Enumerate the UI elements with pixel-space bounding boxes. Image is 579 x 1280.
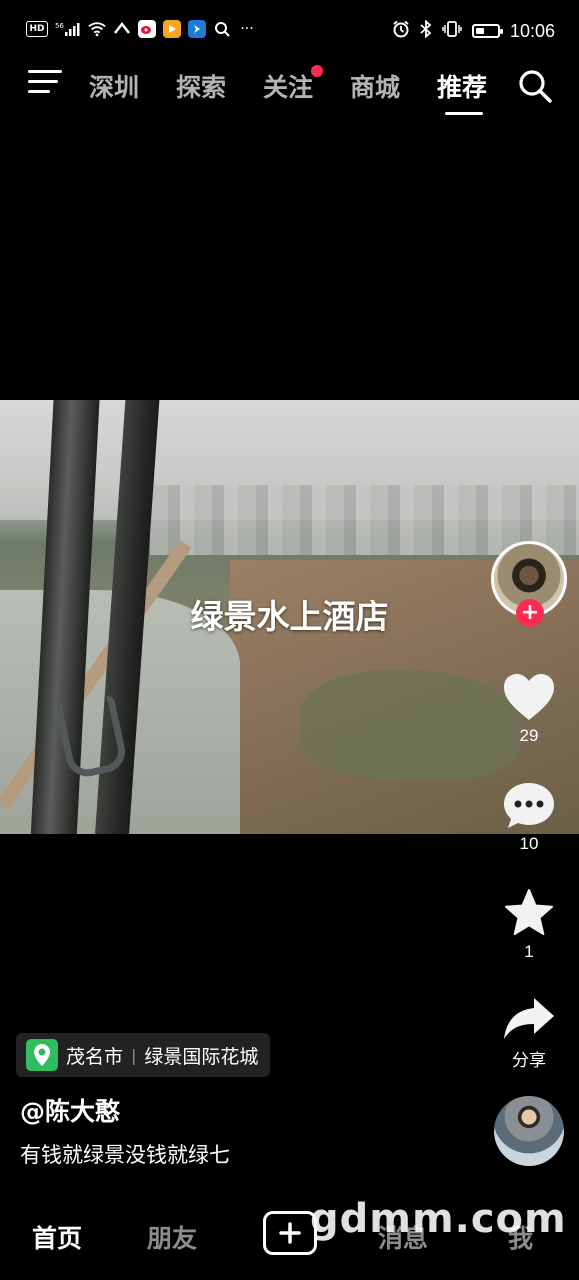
hd-icon: HD — [26, 21, 48, 37]
top-nav: 深圳 探索 关注 商城 推荐 — [0, 62, 579, 115]
battery-icon — [471, 24, 503, 38]
like-button[interactable]: 29 — [497, 672, 561, 746]
tab-label: 探索 — [176, 73, 227, 102]
location-separator: | — [131, 1045, 137, 1065]
signal-icon: 56 — [55, 20, 81, 38]
video-caption: 有钱就绿景没钱就绿七 — [20, 1143, 230, 1167]
music-disc-avatar[interactable] — [494, 1096, 564, 1166]
tab-label: 深圳 — [89, 73, 140, 102]
tab-label: 推荐 — [437, 73, 488, 102]
menu-icon[interactable] — [28, 70, 62, 98]
video-grass — [300, 670, 520, 780]
heart-icon — [504, 674, 554, 720]
tab-label: 商城 — [350, 73, 401, 102]
create-button[interactable] — [263, 1211, 317, 1255]
location-name: 绿景国际花城 — [144, 1045, 259, 1068]
status-right-icons: 10:06 — [392, 19, 555, 42]
weibo-icon — [138, 20, 156, 38]
vibration-mode-icon — [442, 20, 462, 42]
comment-button[interactable]: 10 — [497, 780, 561, 854]
svg-text:56: 56 — [55, 22, 64, 30]
battery-level — [475, 28, 484, 34]
status-time: 10:06 — [509, 20, 555, 41]
tab-home[interactable]: 首页 — [32, 1219, 82, 1255]
tab-following[interactable]: 关注 — [263, 65, 324, 104]
wifi-icon — [88, 20, 106, 38]
favorite-button[interactable]: 1 — [497, 888, 561, 962]
share-button[interactable]: 分享 — [497, 996, 561, 1071]
star-icon — [505, 889, 553, 935]
plus-icon — [279, 1222, 301, 1244]
comment-icon — [504, 783, 554, 828]
favorite-count: 1 — [524, 942, 534, 961]
alarm-icon — [392, 20, 410, 42]
notification-dot — [311, 65, 324, 77]
search-icon[interactable] — [517, 68, 553, 104]
status-bar: HD 56 ··· 10:06 — [0, 0, 579, 62]
app-icon — [188, 20, 206, 38]
vibrate-icon — [113, 20, 131, 38]
video-overlay-title: 绿景水上酒店 — [190, 597, 389, 636]
tab-friends[interactable]: 朋友 — [147, 1219, 197, 1255]
location-tag[interactable]: 茂名市 | 绿景国际花城 — [16, 1033, 271, 1077]
follow-button[interactable]: + — [516, 599, 544, 627]
active-tab-underline — [445, 112, 483, 115]
share-icon — [504, 998, 554, 1039]
status-left-icons: HD 56 ··· — [26, 20, 256, 38]
tab-shenzhen[interactable]: 深圳 — [89, 68, 139, 104]
comment-count: 10 — [519, 834, 539, 853]
location-pin-icon — [26, 1039, 58, 1071]
search-app-icon — [213, 20, 231, 38]
tab-mall[interactable]: 商城 — [350, 68, 400, 104]
bluetooth-icon — [420, 19, 432, 42]
share-label: 分享 — [512, 1051, 546, 1070]
more-icon: ··· — [240, 21, 254, 37]
tab-explore[interactable]: 探索 — [176, 68, 226, 104]
play-icon — [163, 20, 181, 38]
author-username[interactable]: @陈大憨 — [20, 1092, 120, 1128]
tab-recommended[interactable]: 推荐 — [437, 68, 488, 115]
watermark-text: gdmm.com — [310, 1196, 567, 1242]
like-count: 29 — [519, 726, 539, 745]
location-city: 茂名市 — [66, 1045, 124, 1068]
tab-label: 关注 — [263, 73, 314, 102]
